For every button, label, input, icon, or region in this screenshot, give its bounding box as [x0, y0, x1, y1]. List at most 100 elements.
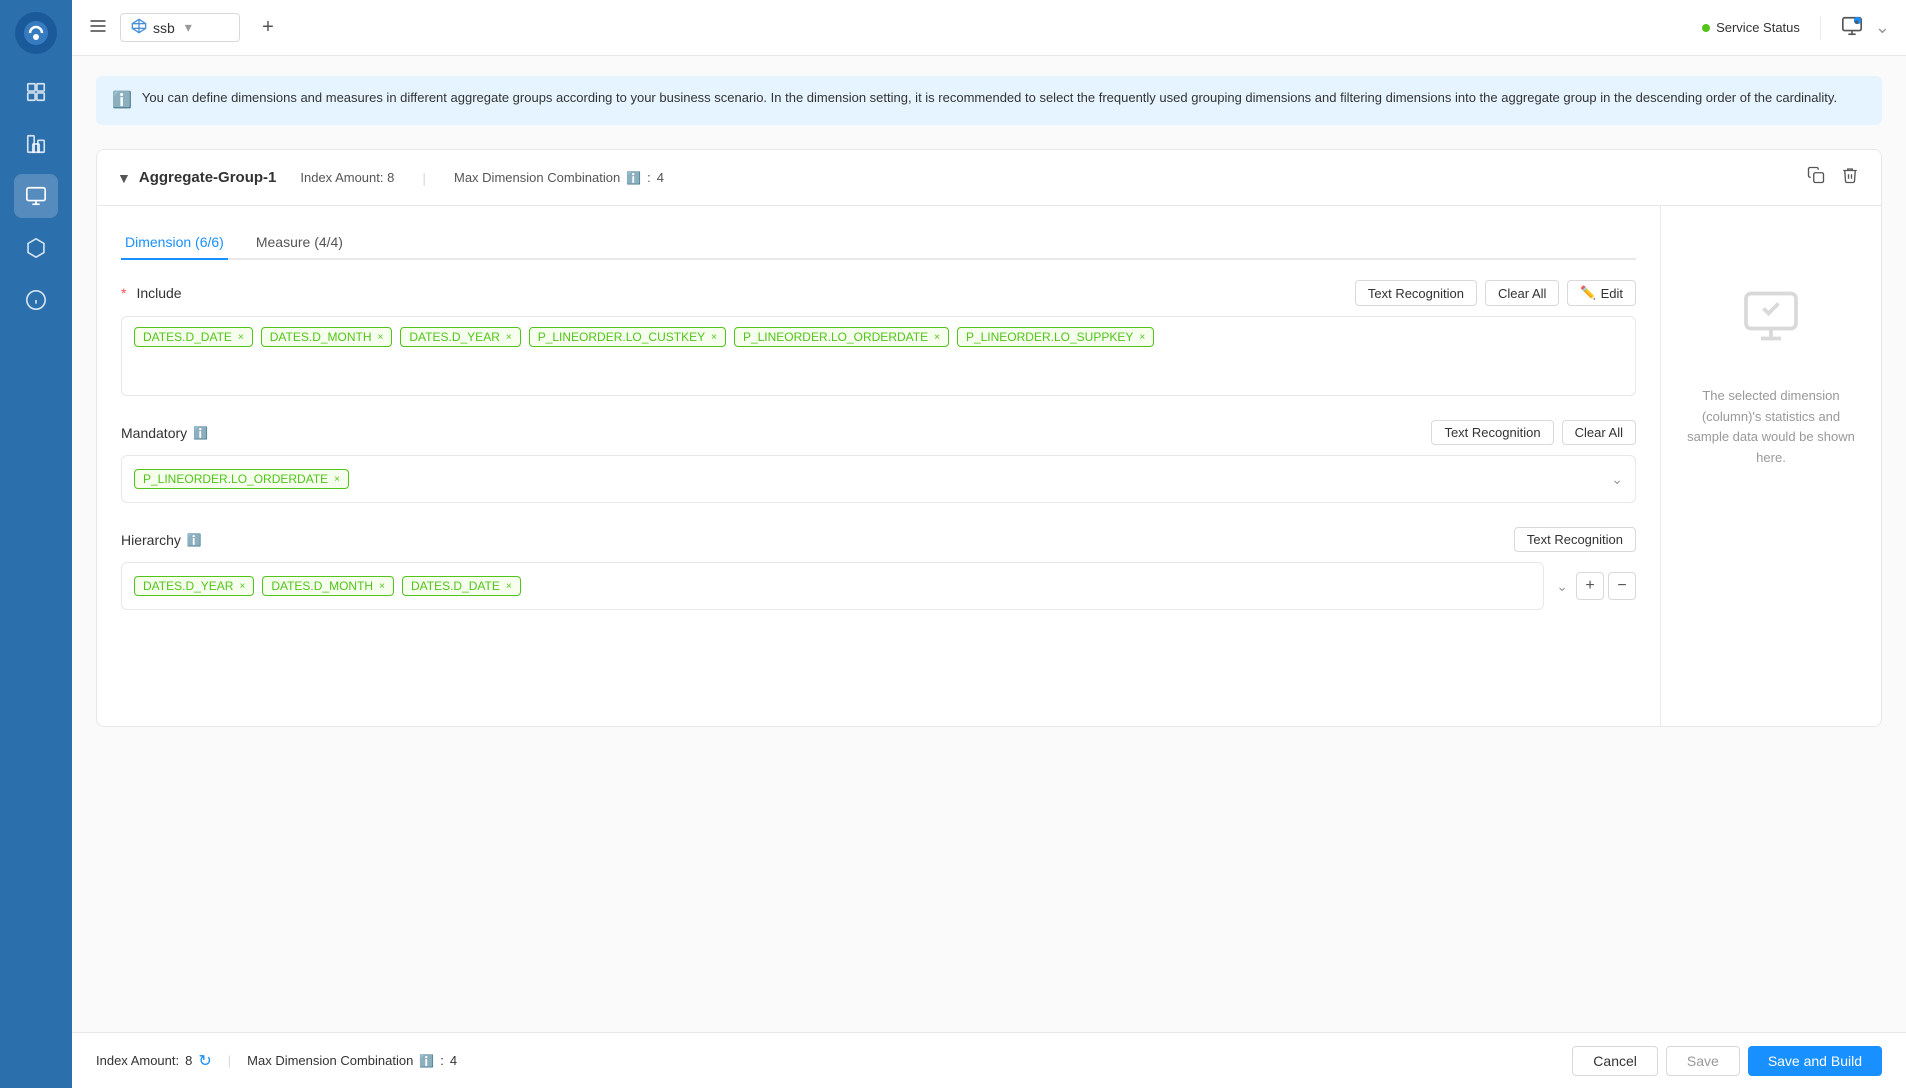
tag-dates-d-year[interactable]: DATES.D_YEAR × — [400, 327, 520, 347]
agg-max-dim: Max Dimension Combination ℹ️ : 4 — [454, 170, 664, 185]
service-status: Service Status — [1702, 20, 1800, 35]
agg-side-panel: The selected dimension (column)'s statis… — [1661, 206, 1881, 726]
mandatory-section-header: Mandatory ℹ️ Text Recognition Clear All — [121, 420, 1636, 445]
tag-mandatory-lo-orderdate[interactable]: P_LINEORDER.LO_ORDERDATE × — [134, 469, 349, 489]
include-clear-all-button[interactable]: Clear All — [1485, 280, 1559, 306]
hierarchy-add-remove-actions: + − — [1576, 572, 1636, 600]
sidebar-item-monitor[interactable] — [14, 174, 58, 218]
footer-index-amount: Index Amount: 8 ↻ — [96, 1051, 212, 1071]
tag-close-hierarchy-d-month[interactable]: × — [379, 581, 385, 592]
aggregate-group-card: ▼ Aggregate-Group-1 Index Amount: 8 | Ma… — [96, 149, 1882, 727]
footer-max-dim: Max Dimension Combination ℹ️ : 4 — [247, 1053, 457, 1068]
hierarchy-label: Hierarchy ℹ️ — [121, 532, 202, 548]
tag-p-lineorder-lo-suppkey[interactable]: P_LINEORDER.LO_SUPPKEY × — [957, 327, 1154, 347]
agg-card-body: Dimension (6/6) Measure (4/4) * — [97, 206, 1881, 726]
project-chevron-icon: ▾ — [185, 19, 192, 36]
tag-close-hierarchy-d-year[interactable]: × — [239, 581, 245, 592]
layer-icon — [131, 18, 147, 37]
mandatory-expand-icon[interactable]: ⌄ — [1611, 471, 1623, 488]
mandatory-label: Mandatory ℹ️ — [121, 425, 208, 441]
agg-index-amount: Index Amount: 8 — [300, 170, 394, 185]
hierarchy-section-header: Hierarchy ℹ️ Text Recognition — [121, 527, 1636, 552]
footer-refresh-icon[interactable]: ↻ — [198, 1051, 211, 1071]
mandatory-container: P_LINEORDER.LO_ORDERDATE × ⌄ — [121, 455, 1636, 503]
tag-hierarchy-d-month[interactable]: DATES.D_MONTH × — [262, 576, 394, 596]
mandatory-text-recognition-button[interactable]: Text Recognition — [1431, 420, 1553, 445]
content-area: ℹ️ You can define dimensions and measure… — [72, 56, 1906, 1032]
tag-p-lineorder-lo-custkey[interactable]: P_LINEORDER.LO_CUSTKEY × — [529, 327, 726, 347]
sidebar-item-dashboard[interactable] — [14, 70, 58, 114]
project-selector[interactable]: ssb ▾ — [120, 13, 240, 42]
service-status-label: Service Status — [1716, 20, 1800, 35]
hierarchy-info-icon[interactable]: ℹ️ — [187, 533, 202, 547]
mandatory-actions: Text Recognition Clear All — [1431, 420, 1636, 445]
agg-title-group: ▼ Aggregate-Group-1 — [117, 169, 276, 186]
tabs: Dimension (6/6) Measure (4/4) — [121, 226, 1636, 260]
footer-actions: Cancel Save Save and Build — [1572, 1046, 1882, 1076]
footer-meta: Index Amount: 8 ↻ | Max Dimension Combin… — [96, 1051, 457, 1071]
tab-dimension[interactable]: Dimension (6/6) — [121, 226, 228, 260]
include-tag-container: DATES.D_DATE × DATES.D_MONTH × DATES.D_Y… — [121, 316, 1636, 396]
side-panel-text: The selected dimension (column)'s statis… — [1681, 386, 1861, 469]
mandatory-info-icon[interactable]: ℹ️ — [193, 426, 208, 440]
add-button[interactable]: + — [252, 12, 284, 44]
project-name: ssb — [153, 20, 175, 36]
tag-close-dates-d-date[interactable]: × — [238, 332, 244, 343]
save-and-build-button[interactable]: Save and Build — [1748, 1046, 1882, 1076]
tag-close-p-lineorder-lo-custkey[interactable]: × — [711, 332, 717, 343]
hierarchy-remove-button[interactable]: − — [1608, 572, 1636, 600]
tag-p-lineorder-lo-orderdate[interactable]: P_LINEORDER.LO_ORDERDATE × — [734, 327, 949, 347]
include-text-recognition-button[interactable]: Text Recognition — [1355, 280, 1477, 306]
side-panel-icon — [1741, 286, 1801, 370]
edit-icon: ✏️ — [1580, 285, 1596, 301]
tag-hierarchy-d-date[interactable]: DATES.D_DATE × — [402, 576, 521, 596]
sidebar-item-analytics[interactable] — [14, 122, 58, 166]
include-section: * Include Text Recognition Clear All ✏️ … — [121, 280, 1636, 396]
hierarchy-actions: Text Recognition — [1514, 527, 1636, 552]
topbar-expand-icon[interactable]: ⌄ — [1875, 17, 1890, 38]
tag-close-dates-d-month[interactable]: × — [378, 332, 384, 343]
topbar-divider — [1820, 16, 1821, 40]
max-dim-info-icon[interactable]: ℹ️ — [626, 171, 641, 185]
tag-close-dates-d-year[interactable]: × — [506, 332, 512, 343]
tab-measure[interactable]: Measure (4/4) — [252, 226, 347, 260]
hierarchy-tags-container: DATES.D_YEAR × DATES.D_MONTH × DATES.D_D… — [121, 562, 1544, 610]
required-marker: * — [121, 285, 126, 301]
agg-name: Aggregate-Group-1 — [139, 169, 277, 186]
hierarchy-section: Hierarchy ℹ️ Text Recognition DATES.D_YE… — [121, 527, 1636, 610]
info-banner-icon: ℹ️ — [112, 89, 132, 113]
sidebar-item-hexagon[interactable] — [14, 226, 58, 270]
tag-dates-d-date[interactable]: DATES.D_DATE × — [134, 327, 253, 347]
tag-close-hierarchy-d-date[interactable]: × — [506, 581, 512, 592]
hierarchy-text-recognition-button[interactable]: Text Recognition — [1514, 527, 1636, 552]
tag-close-p-lineorder-lo-suppkey[interactable]: × — [1139, 332, 1145, 343]
agg-copy-button[interactable] — [1805, 164, 1827, 191]
tag-dates-d-month[interactable]: DATES.D_MONTH × — [261, 327, 393, 347]
cancel-button[interactable]: Cancel — [1572, 1046, 1658, 1076]
app-logo[interactable] — [15, 12, 57, 54]
status-dot — [1702, 24, 1710, 32]
footer-meta-separator: | — [228, 1053, 231, 1068]
mandatory-section: Mandatory ℹ️ Text Recognition Clear All … — [121, 420, 1636, 503]
monitor-icon[interactable]: ● — [1841, 15, 1863, 40]
footer-max-dim-info-icon[interactable]: ℹ️ — [419, 1054, 434, 1068]
save-button[interactable]: Save — [1666, 1046, 1740, 1076]
hierarchy-collapse-icon[interactable]: ⌄ — [1556, 578, 1568, 595]
tag-close-mandatory-lo-orderdate[interactable]: × — [334, 474, 340, 485]
info-banner: ℹ️ You can define dimensions and measure… — [96, 76, 1882, 125]
tag-close-p-lineorder-lo-orderdate[interactable]: × — [934, 332, 940, 343]
agg-delete-button[interactable] — [1839, 164, 1861, 191]
main-area: ssb ▾ + Service Status ● ⌄ ℹ️ You can de… — [72, 0, 1906, 1088]
hierarchy-row: DATES.D_YEAR × DATES.D_MONTH × DATES.D_D… — [121, 562, 1636, 610]
agg-card-header: ▼ Aggregate-Group-1 Index Amount: 8 | Ma… — [97, 150, 1881, 206]
include-label: * Include — [121, 285, 182, 301]
agg-toggle-icon[interactable]: ▼ — [117, 170, 131, 186]
agg-header-actions — [1805, 164, 1861, 191]
sidebar-item-info[interactable] — [14, 278, 58, 322]
hierarchy-add-button[interactable]: + — [1576, 572, 1604, 600]
topbar: ssb ▾ + Service Status ● ⌄ — [72, 0, 1906, 56]
tag-hierarchy-d-year[interactable]: DATES.D_YEAR × — [134, 576, 254, 596]
include-edit-button[interactable]: ✏️ Edit — [1567, 280, 1636, 306]
menu-icon[interactable] — [88, 16, 108, 39]
mandatory-clear-all-button[interactable]: Clear All — [1562, 420, 1636, 445]
